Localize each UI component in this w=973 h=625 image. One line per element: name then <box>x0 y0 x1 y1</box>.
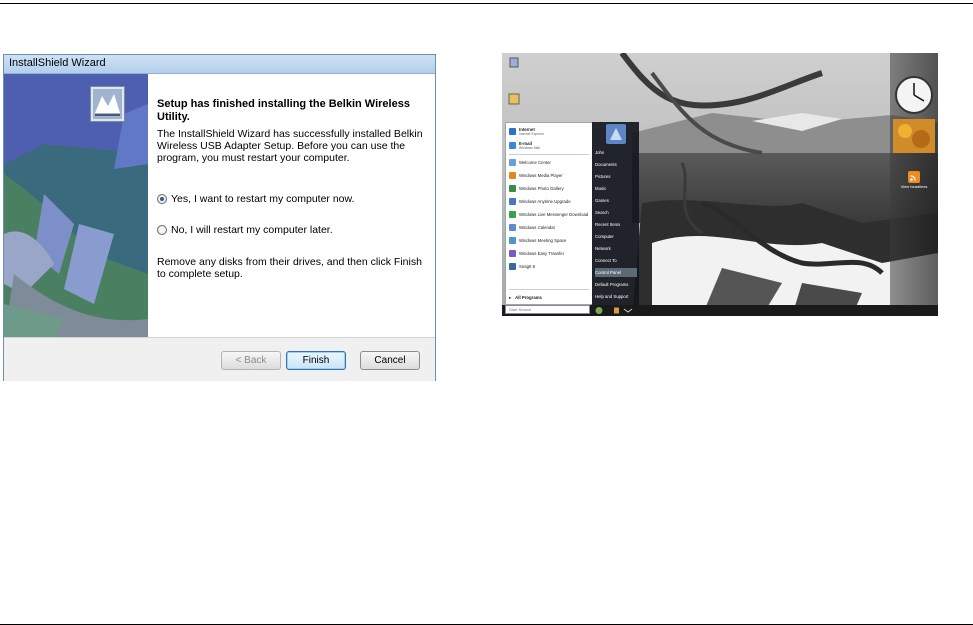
calendar-icon <box>509 224 516 231</box>
places-item-pictures[interactable]: Pictures <box>595 172 637 181</box>
windows-mail-icon <box>509 142 516 149</box>
installshield-logo-icon <box>90 86 125 122</box>
wizard-heading: Setup has finished installing the Belkin… <box>157 98 410 123</box>
finish-button[interactable]: Finish <box>286 351 346 370</box>
top-rule <box>0 3 973 4</box>
media-player-icon <box>509 172 516 179</box>
places-item-computer[interactable]: Computer <box>595 232 637 241</box>
start-item-snagit[interactable]: SnagIt 8 <box>509 261 535 272</box>
places-item-games[interactable]: Games <box>595 196 637 205</box>
start-menu-divider <box>509 154 589 155</box>
places-item-default-programs[interactable]: Default Programs <box>595 280 637 289</box>
back-button[interactable]: < Back <box>221 351 281 370</box>
cancel-button[interactable]: Cancel <box>360 351 420 370</box>
restart-now-radio[interactable] <box>157 194 167 204</box>
places-item-help-support[interactable]: Help and Support <box>595 292 637 301</box>
vista-desktop-screenshot: View headlines Internet Internet Explorer… <box>502 53 938 316</box>
start-search-box[interactable]: Start Search <box>505 305 590 314</box>
feed-headlines-label: View headlines <box>900 184 928 189</box>
start-item-email[interactable]: E-mail Windows Mail <box>509 140 540 151</box>
meeting-space-icon <box>509 237 516 244</box>
places-item-john[interactable]: John <box>595 148 637 157</box>
desktop-shortcut-icon[interactable] <box>508 93 520 105</box>
start-item-live-messenger[interactable]: Windows Live Messenger Download <box>509 209 588 220</box>
start-menu-places-pane: John Documents Pictures Music Games Sear… <box>592 122 639 305</box>
installshield-wizard-window: InstallShield Wizard Setup has finished … <box>3 54 436 381</box>
chevron-right-icon: ▸ <box>509 294 512 300</box>
recycle-bin-icon[interactable] <box>508 56 520 68</box>
slideshow-gadget-icon <box>893 119 935 153</box>
places-item-network[interactable]: Network <box>595 244 637 253</box>
restart-later-label: No, I will restart my computer later. <box>171 224 333 236</box>
places-item-control-panel[interactable]: Control Panel <box>595 268 637 277</box>
places-item-connect-to[interactable]: Connect To <box>595 256 637 265</box>
start-item-meeting-space[interactable]: Windows Meeting Space <box>509 235 566 246</box>
welcome-center-icon <box>509 159 516 166</box>
restart-now-option[interactable]: Yes, I want to restart my computer now. <box>157 193 354 205</box>
power-lock-buttons[interactable] <box>594 306 634 315</box>
easy-transfer-icon <box>509 250 516 257</box>
restart-later-radio[interactable] <box>157 225 167 235</box>
wizard-content: Setup has finished installing the Belkin… <box>157 98 427 164</box>
restart-now-label: Yes, I want to restart my computer now. <box>171 193 355 205</box>
user-picture-icon <box>606 124 626 144</box>
start-item-internet[interactable]: Internet Internet Explorer <box>509 126 544 137</box>
places-item-documents[interactable]: Documents <box>595 160 637 169</box>
start-item-anytime-upgrade[interactable]: Windows Anytime Upgrade <box>509 196 571 207</box>
photo-gallery-icon <box>509 185 516 192</box>
feed-headlines-icon <box>908 171 920 183</box>
start-item-calendar[interactable]: Windows Calendar <box>509 222 555 233</box>
finish-note: Remove any disks from their drives, and … <box>157 256 427 280</box>
restart-later-option[interactable]: No, I will restart my computer later. <box>157 224 333 236</box>
wizard-title-bar[interactable]: InstallShield Wizard <box>4 55 435 74</box>
live-messenger-icon <box>509 211 516 218</box>
wizard-side-graphic <box>4 74 148 337</box>
places-item-music[interactable]: Music <box>595 184 637 193</box>
start-item-welcome-center[interactable]: Welcome Center <box>509 157 551 168</box>
wizard-title: InstallShield Wizard <box>9 57 106 69</box>
start-item-easy-transfer[interactable]: Windows Easy Transfer <box>509 248 564 259</box>
internet-explorer-icon <box>509 128 516 135</box>
start-menu-divider <box>509 289 589 290</box>
places-item-search[interactable]: Search <box>595 208 637 217</box>
wizard-message: The InstallShield Wizard has successfull… <box>157 128 423 164</box>
snagit-icon <box>509 263 516 270</box>
start-item-media-player[interactable]: Windows Media Player <box>509 170 563 181</box>
anytime-upgrade-icon <box>509 198 516 205</box>
start-menu-programs-pane: Internet Internet Explorer E-mail Windows … <box>505 122 593 305</box>
clock-gadget-icon <box>895 76 933 114</box>
all-programs-button[interactable]: ▸ All Programs <box>509 292 542 303</box>
finish-note-text: Remove any disks from their drives, and … <box>157 256 422 280</box>
places-item-recent-items[interactable]: Recent Items <box>595 220 637 229</box>
wizard-button-bar: < Back Finish Cancel <box>4 337 435 381</box>
start-item-photo-gallery[interactable]: Windows Photo Gallery <box>509 183 564 194</box>
